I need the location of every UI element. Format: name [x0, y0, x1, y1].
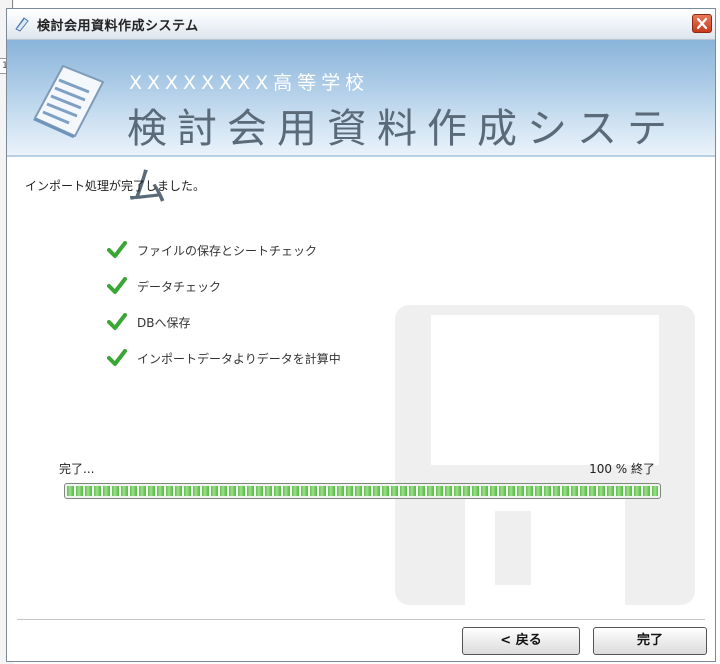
school-name: XXXXXXXX高等学校: [129, 72, 370, 94]
list-item: データチェック: [107, 275, 407, 297]
progress-bar: [64, 483, 661, 499]
finish-button[interactable]: 完了: [593, 627, 707, 655]
list-item: DBへ保存: [107, 311, 407, 333]
header-banner: XXXXXXXX高等学校 検討会用資料作成システム: [7, 40, 715, 210]
document-icon: [33, 64, 105, 138]
window-title: 検討会用資料作成システム: [37, 19, 199, 34]
step-label: DBへ保存: [137, 316, 191, 330]
app-icon: [15, 17, 29, 32]
check-icon: [107, 277, 127, 294]
title-bar[interactable]: 検討会用資料作成システム: [7, 9, 715, 40]
status-message: インポート処理が完了しました。: [25, 179, 206, 193]
list-item: インポートデータよりデータを計算中: [107, 347, 407, 369]
step-label: ファイルの保存とシートチェック: [137, 244, 318, 258]
step-label: インポートデータよりデータを計算中: [137, 352, 341, 366]
progress-fill: [67, 486, 658, 496]
check-icon: [107, 349, 127, 366]
check-icon: [107, 313, 127, 330]
system-title: 検討会用資料作成システム: [127, 106, 677, 210]
list-item: ファイルの保存とシートチェック: [107, 239, 407, 261]
check-icon: [107, 241, 127, 258]
progress-percent: 100 % 終了: [589, 462, 655, 476]
back-button[interactable]: < 戻る: [462, 627, 580, 655]
step-label: データチェック: [137, 280, 222, 294]
floppy-disk-watermark: [395, 305, 695, 605]
wizard-window: 検討会用資料作成システム XXXXXXXX高等学校 検討会用資料作成システム イ…: [6, 8, 716, 662]
footer-divider: [17, 619, 705, 620]
progress-label: 完了...: [59, 462, 95, 476]
close-icon: [696, 17, 708, 30]
close-button[interactable]: [692, 14, 712, 33]
